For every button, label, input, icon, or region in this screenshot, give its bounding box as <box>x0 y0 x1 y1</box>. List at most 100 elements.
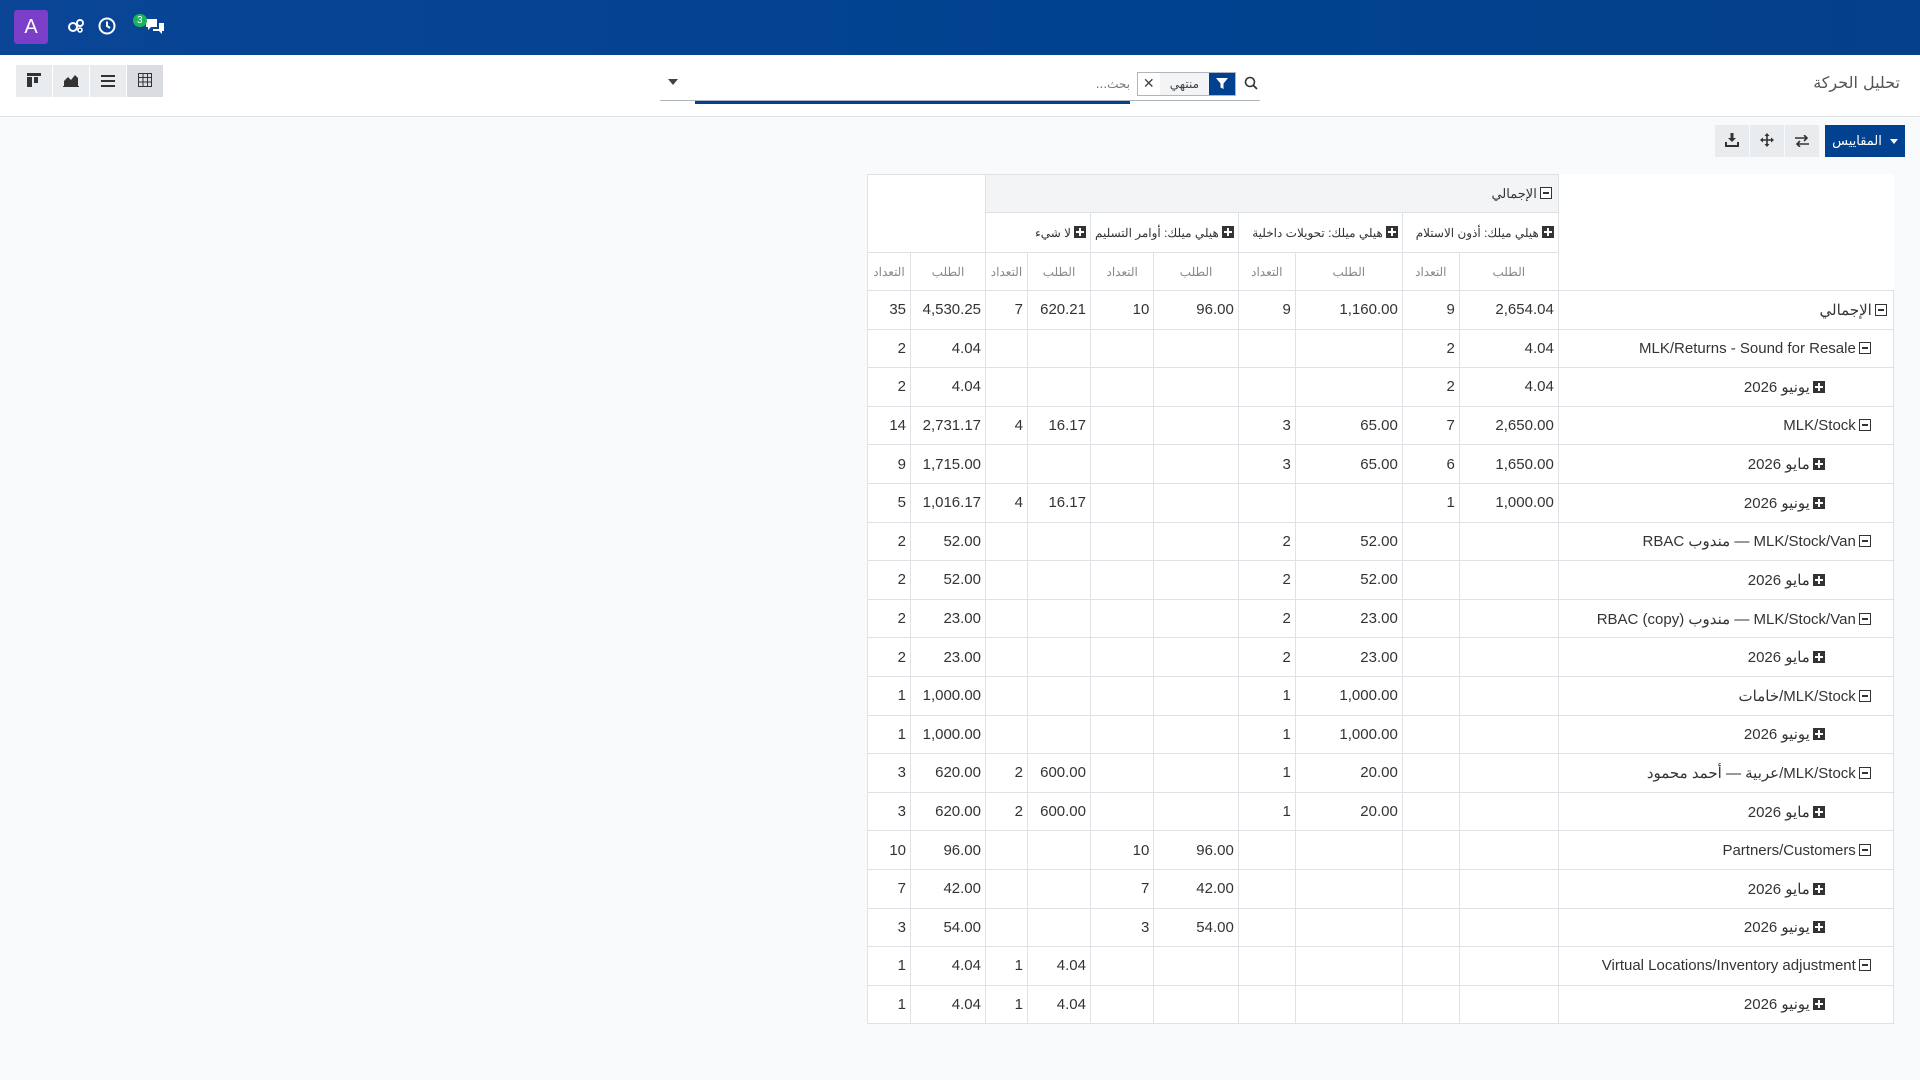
pivot-cell[interactable]: 1 <box>1401 482 1460 523</box>
measure-header-count[interactable]: التعداد <box>867 252 911 291</box>
pivot-cell[interactable]: 3 <box>1237 405 1296 446</box>
pivot-cell[interactable]: 96.00 <box>1153 290 1239 330</box>
pivot-cell[interactable]: 2 <box>1237 637 1296 677</box>
pivot-cell[interactable]: 20.00 <box>1294 791 1403 832</box>
row-header[interactable]: MLK/Stock/Van — مندوب RBAC <box>1557 521 1894 562</box>
pivot-cell[interactable]: 1,650.00 <box>1458 444 1559 484</box>
column-header-internal[interactable]: هيلي ميلك: تحويلات داخلية <box>1237 212 1403 253</box>
pivot-cell[interactable]: 1 <box>985 984 1028 1025</box>
row-header[interactable]: Partners/Customers <box>1557 830 1894 870</box>
pivot-cell[interactable]: 4.04 <box>910 984 986 1025</box>
pivot-cell[interactable]: 96.00 <box>910 830 986 870</box>
pivot-cell[interactable]: 1,715.00 <box>910 444 986 484</box>
pivot-cell[interactable]: 1,000.00 <box>1458 482 1559 523</box>
pivot-cell[interactable]: 4.04 <box>910 328 986 369</box>
measure-header-demand[interactable]: الطلب <box>1027 252 1091 291</box>
expand-all-button[interactable] <box>1750 125 1784 157</box>
settings-gears-icon[interactable] <box>65 15 87 37</box>
pivot-cell[interactable]: 42.00 <box>1153 868 1239 909</box>
row-header[interactable]: MLK/Stock/خامات <box>1557 675 1894 716</box>
flip-axis-button[interactable] <box>1785 125 1819 157</box>
download-xlsx-button[interactable] <box>1715 125 1749 157</box>
row-header[interactable]: مايو 2026 <box>1557 444 1894 484</box>
row-header[interactable]: Virtual Locations/Inventory adjustment <box>1557 946 1894 986</box>
pivot-cell[interactable]: 2,650.00 <box>1458 405 1559 446</box>
pivot-cell[interactable]: 1,000.00 <box>1294 675 1403 716</box>
pivot-cell[interactable]: 1,000.00 <box>1294 714 1403 755</box>
kanban-view-button[interactable] <box>16 65 52 97</box>
pivot-cell[interactable]: 7 <box>1401 405 1460 446</box>
measure-header-demand[interactable]: الطلب <box>1458 252 1559 291</box>
pivot-cell[interactable]: 3 <box>867 907 911 948</box>
pivot-cell[interactable]: 52.00 <box>910 560 986 600</box>
row-header[interactable]: MLK/Stock <box>1557 405 1894 446</box>
pivot-cell[interactable]: 65.00 <box>1294 444 1403 484</box>
chat-icon[interactable] <box>144 15 166 37</box>
clock-icon[interactable] <box>96 15 118 37</box>
pivot-cell[interactable]: 54.00 <box>1153 907 1239 948</box>
column-header-delivery[interactable]: هيلي ميلك: أوامر التسليم <box>1090 212 1239 253</box>
pivot-cell[interactable]: 2,654.04 <box>1458 290 1559 330</box>
pivot-cell[interactable]: 7 <box>1089 868 1155 909</box>
pivot-cell[interactable]: 4,530.25 <box>910 290 986 330</box>
pivot-cell[interactable]: 2 <box>1237 521 1296 562</box>
pivot-cell[interactable]: 2 <box>867 521 911 562</box>
pivot-cell[interactable]: 52.00 <box>1294 560 1403 600</box>
pivot-cell[interactable]: 9 <box>1401 290 1460 330</box>
pivot-cell[interactable]: 96.00 <box>1153 830 1239 870</box>
row-header[interactable]: يونيو 2026 <box>1557 907 1894 948</box>
pivot-cell[interactable]: 1,000.00 <box>910 714 986 755</box>
pivot-cell[interactable]: 2 <box>1237 560 1296 600</box>
pivot-cell[interactable]: 10 <box>1089 290 1155 330</box>
pivot-cell[interactable]: 620.21 <box>1027 290 1091 330</box>
pivot-cell[interactable]: 52.00 <box>1294 521 1403 562</box>
search-icon[interactable] <box>1244 75 1258 94</box>
pivot-cell[interactable]: 2 <box>867 367 911 407</box>
pivot-cell[interactable]: 4.04 <box>910 946 986 986</box>
pivot-cell[interactable]: 9 <box>867 444 911 484</box>
pivot-cell[interactable]: 1 <box>867 984 911 1025</box>
pivot-cell[interactable]: 3 <box>867 791 911 832</box>
pivot-cell[interactable]: 23.00 <box>1294 637 1403 677</box>
pivot-cell[interactable]: 2 <box>985 753 1028 793</box>
row-header[interactable]: مايو 2026 <box>1557 868 1894 909</box>
pivot-cell[interactable]: 2 <box>867 560 911 600</box>
pivot-cell[interactable]: 14 <box>867 405 911 446</box>
measure-header-count[interactable]: التعداد <box>1401 252 1460 291</box>
pivot-cell[interactable]: 4.04 <box>1027 984 1091 1025</box>
column-header-total[interactable]: الإجمالي <box>985 174 1559 213</box>
pivot-cell[interactable]: 7 <box>985 290 1028 330</box>
pivot-cell[interactable]: 1 <box>867 946 911 986</box>
row-header[interactable]: MLK/Stock/Van — مندوب RBAC (copy) <box>1557 598 1894 639</box>
pivot-cell[interactable]: 10 <box>867 830 911 870</box>
column-header-none[interactable]: لا شيء <box>985 212 1091 253</box>
pivot-cell[interactable]: 620.00 <box>910 753 986 793</box>
user-avatar[interactable]: A <box>14 10 48 44</box>
row-header[interactable]: الإجمالي <box>1557 290 1894 330</box>
pivot-cell[interactable]: 4.04 <box>1458 328 1559 369</box>
row-header[interactable]: مايو 2026 <box>1557 791 1894 832</box>
pivot-cell[interactable]: 600.00 <box>1027 753 1091 793</box>
measure-header-demand[interactable]: الطلب <box>910 252 986 291</box>
pivot-cell[interactable]: 35 <box>867 290 911 330</box>
pivot-cell[interactable]: 16.17 <box>1027 405 1091 446</box>
pivot-cell[interactable]: 1 <box>1237 714 1296 755</box>
search-options-caret-icon[interactable] <box>668 79 678 85</box>
pivot-cell[interactable]: 3 <box>867 753 911 793</box>
measure-header-demand[interactable]: الطلب <box>1153 252 1239 291</box>
pivot-cell[interactable]: 1 <box>1237 791 1296 832</box>
pivot-cell[interactable]: 2 <box>1401 367 1460 407</box>
pivot-cell[interactable]: 1,016.17 <box>910 482 986 523</box>
row-header[interactable]: مايو 2026 <box>1557 560 1894 600</box>
pivot-cell[interactable]: 42.00 <box>910 868 986 909</box>
pivot-cell[interactable]: 3 <box>1237 444 1296 484</box>
pivot-cell[interactable]: 1 <box>1237 753 1296 793</box>
pivot-cell[interactable]: 9 <box>1237 290 1296 330</box>
pivot-cell[interactable]: 2 <box>867 598 911 639</box>
pivot-cell[interactable]: 1,160.00 <box>1294 290 1403 330</box>
pivot-cell[interactable]: 1 <box>867 675 911 716</box>
pivot-cell[interactable]: 1,000.00 <box>910 675 986 716</box>
row-header[interactable]: MLK/Returns - Sound for Resale <box>1557 328 1894 369</box>
pivot-cell[interactable]: 65.00 <box>1294 405 1403 446</box>
pivot-cell[interactable]: 7 <box>867 868 911 909</box>
